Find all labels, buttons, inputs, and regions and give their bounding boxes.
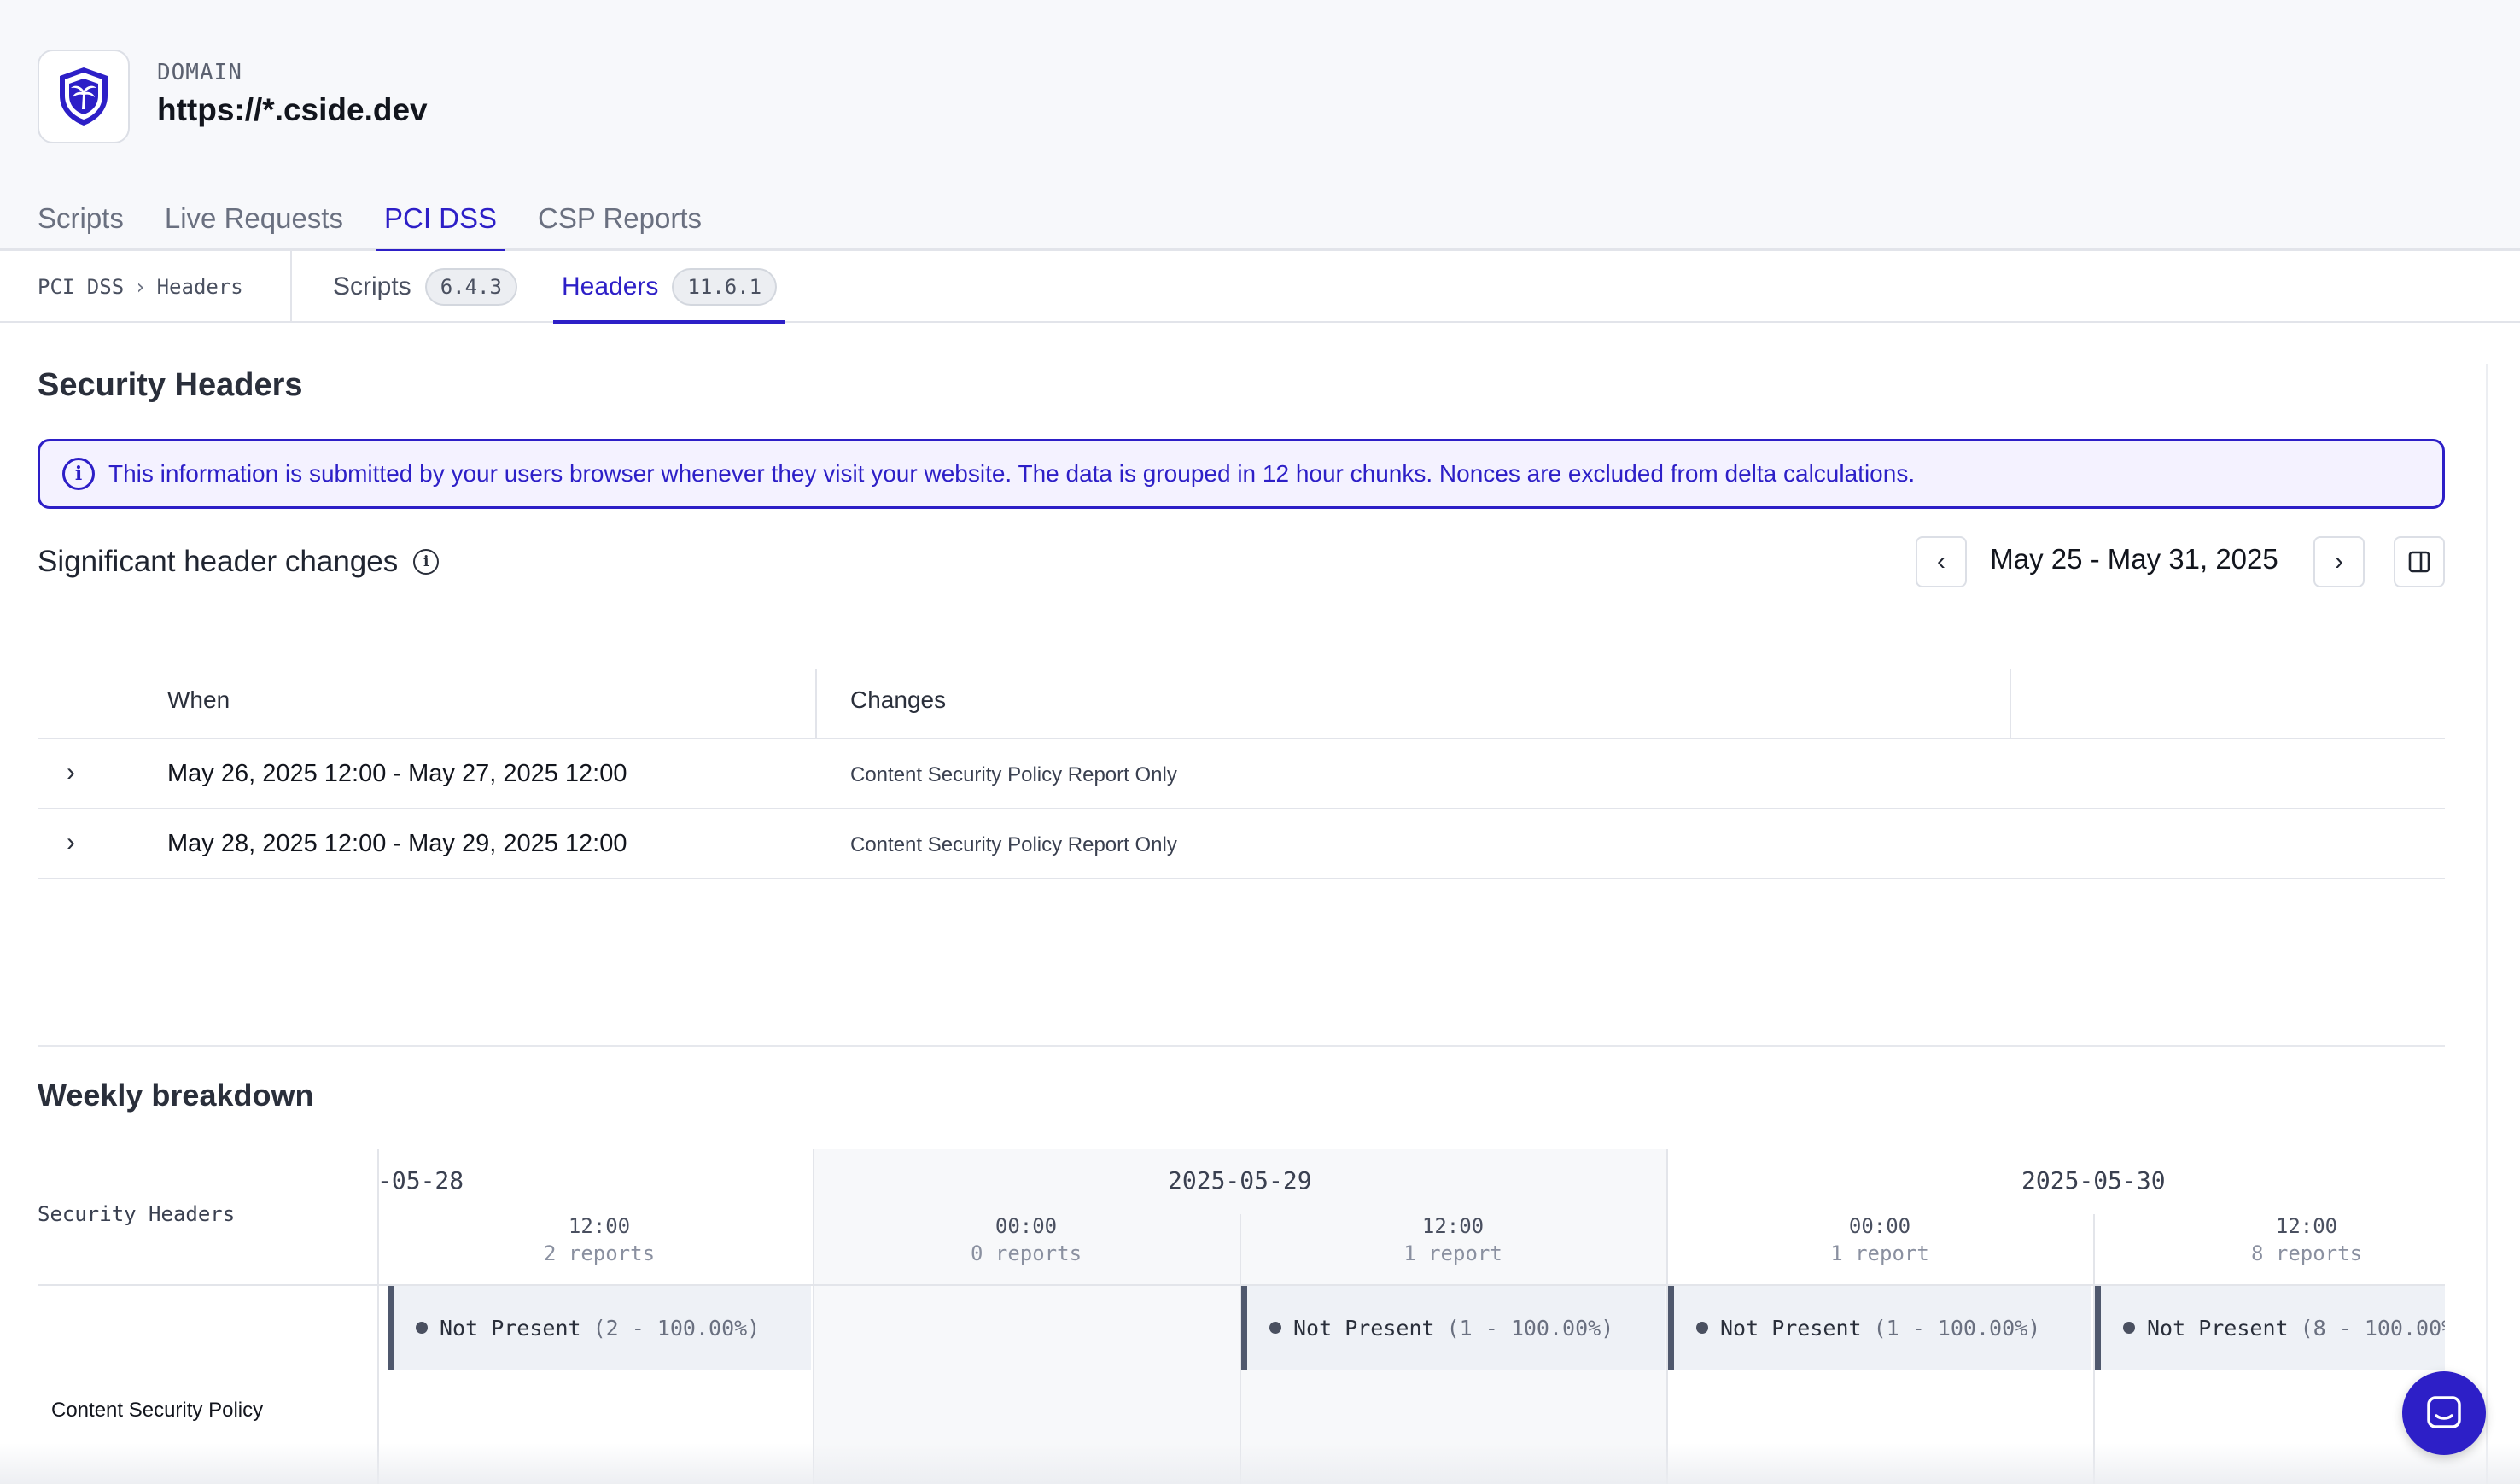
row-change: Content Security Policy Report Only bbox=[850, 833, 1177, 856]
changes-header: Significant header changes i bbox=[38, 540, 440, 584]
chevron-right-icon: › bbox=[2335, 547, 2343, 575]
requirement-badge: 11.6.1 bbox=[672, 268, 778, 306]
logo bbox=[38, 50, 130, 143]
status-dot bbox=[416, 1322, 428, 1334]
slot-reports: 1 report bbox=[1403, 1242, 1502, 1265]
weekly-grid: -05-28 2025-05-29 2025-05-30 Security He… bbox=[0, 1149, 2520, 1484]
column-header-when[interactable]: When bbox=[167, 686, 230, 714]
weekly-title: Weekly breakdown bbox=[38, 1078, 314, 1113]
slot-time: 00:00 bbox=[1848, 1214, 1911, 1238]
top-header: DOMAIN https://*.cside.dev Scripts Live … bbox=[0, 0, 2520, 254]
status-bar[interactable]: Not Present (2 - 100.00%) bbox=[388, 1286, 811, 1370]
date-range: May 25 - May 31, 2025 bbox=[1990, 543, 2278, 575]
info-banner: i This information is submitted by your … bbox=[38, 439, 2445, 509]
tab-live-requests[interactable]: Live Requests bbox=[165, 198, 343, 251]
status-dot bbox=[1696, 1322, 1708, 1334]
date-header: -05-28 bbox=[377, 1166, 464, 1195]
slot-reports: 8 reports bbox=[2250, 1242, 2363, 1265]
status-text: Not Present bbox=[2147, 1315, 2289, 1341]
bottom-fade bbox=[0, 1443, 2520, 1484]
breadcrumb: PCI DSS › Headers bbox=[38, 251, 292, 323]
palm-shield-logo-icon bbox=[60, 67, 108, 126]
status-detail: (8 - 100.00%) bbox=[2300, 1315, 2445, 1341]
slot-reports: 2 reports bbox=[543, 1242, 656, 1265]
chat-bubble-icon bbox=[2427, 1396, 2461, 1428]
toggle-panel-button[interactable] bbox=[2394, 536, 2445, 587]
chevron-right-icon: › bbox=[134, 275, 147, 299]
subtab-scripts[interactable]: Scripts 6.4.3 bbox=[333, 251, 517, 323]
breadcrumb-item-headers: Headers bbox=[156, 275, 243, 299]
subtab-scripts-label: Scripts bbox=[333, 272, 411, 301]
info-circle-icon[interactable]: i bbox=[413, 549, 440, 575]
next-week-button[interactable]: › bbox=[2313, 536, 2365, 587]
row-header-label: Security Headers bbox=[38, 1202, 236, 1226]
subtab-headers-label: Headers bbox=[562, 272, 659, 301]
slot-time: 12:00 bbox=[1421, 1214, 1485, 1238]
status-detail: (2 - 100.00%) bbox=[592, 1315, 761, 1341]
status-detail: (1 - 100.00%) bbox=[1446, 1315, 1614, 1341]
status-text: Not Present bbox=[440, 1315, 581, 1341]
grid-line bbox=[377, 1149, 379, 1484]
chevron-left-icon: ‹ bbox=[1937, 547, 1945, 575]
expand-chevron-icon[interactable]: › bbox=[67, 828, 75, 857]
info-banner-text: This information is submitted by your us… bbox=[108, 460, 1916, 487]
status-text: Not Present bbox=[1720, 1315, 1862, 1341]
slot-time: 12:00 bbox=[568, 1214, 631, 1238]
chat-button[interactable] bbox=[2402, 1371, 2486, 1455]
slot-reports: 1 report bbox=[1830, 1242, 1929, 1265]
previous-week-button[interactable]: ‹ bbox=[1916, 536, 1967, 587]
status-bar[interactable]: Not Present (8 - 100.00%) bbox=[2095, 1286, 2445, 1370]
domain-label: DOMAIN bbox=[157, 60, 242, 85]
column-divider bbox=[815, 669, 817, 739]
sidebar-panel-icon bbox=[2408, 551, 2430, 573]
domain-value: https://*.cside.dev bbox=[157, 92, 428, 127]
slot-reports: 0 reports bbox=[970, 1242, 1082, 1265]
table-row[interactable]: › May 26, 2025 12:00 - May 27, 2025 12:0… bbox=[38, 739, 2445, 809]
column-divider bbox=[2010, 669, 2011, 739]
section-divider bbox=[38, 1045, 2445, 1047]
status-dot bbox=[2123, 1322, 2135, 1334]
date-header: 2025-05-30 bbox=[2021, 1166, 2166, 1195]
row-when: May 28, 2025 12:00 - May 29, 2025 12:00 bbox=[167, 830, 627, 857]
column-header-changes[interactable]: Changes bbox=[850, 686, 946, 714]
page-title: Security Headers bbox=[38, 367, 303, 403]
status-bar[interactable]: Not Present (1 - 100.00%) bbox=[1241, 1286, 1665, 1370]
date-header: 2025-05-29 bbox=[1168, 1166, 1312, 1195]
sub-navigation: PCI DSS › Headers Scripts 6.4.3 Headers … bbox=[0, 251, 2520, 324]
row-when: May 26, 2025 12:00 - May 27, 2025 12:00 bbox=[167, 760, 627, 787]
slot-time: 12:00 bbox=[2275, 1214, 2338, 1238]
tab-csp-reports[interactable]: CSP Reports bbox=[538, 198, 702, 251]
expand-chevron-icon[interactable]: › bbox=[67, 758, 75, 787]
table-header bbox=[38, 669, 2445, 739]
status-text: Not Present bbox=[1293, 1315, 1435, 1341]
tab-scripts[interactable]: Scripts bbox=[38, 198, 124, 251]
breadcrumb-item-pci-dss[interactable]: PCI DSS bbox=[38, 275, 124, 299]
status-detail: (1 - 100.00%) bbox=[1873, 1315, 2041, 1341]
info-circle-icon: i bbox=[62, 458, 95, 490]
status-bar[interactable]: Not Present (1 - 100.00%) bbox=[1668, 1286, 2091, 1370]
subtab-headers[interactable]: Headers 11.6.1 bbox=[553, 251, 786, 324]
table-row[interactable]: › May 28, 2025 12:00 - May 29, 2025 12:0… bbox=[38, 809, 2445, 879]
main-tabs: Scripts Live Requests PCI DSS CSP Report… bbox=[38, 198, 702, 254]
slot-time: 00:00 bbox=[995, 1214, 1058, 1238]
tab-pci-dss[interactable]: PCI DSS bbox=[375, 198, 506, 254]
row-label: Content Security Policy bbox=[51, 1399, 264, 1422]
requirement-badge: 6.4.3 bbox=[424, 268, 517, 306]
row-change: Content Security Policy Report Only bbox=[850, 763, 1177, 786]
grid-line bbox=[813, 1149, 814, 1484]
changes-title: Significant header changes bbox=[38, 545, 399, 578]
status-dot bbox=[1269, 1322, 1281, 1334]
